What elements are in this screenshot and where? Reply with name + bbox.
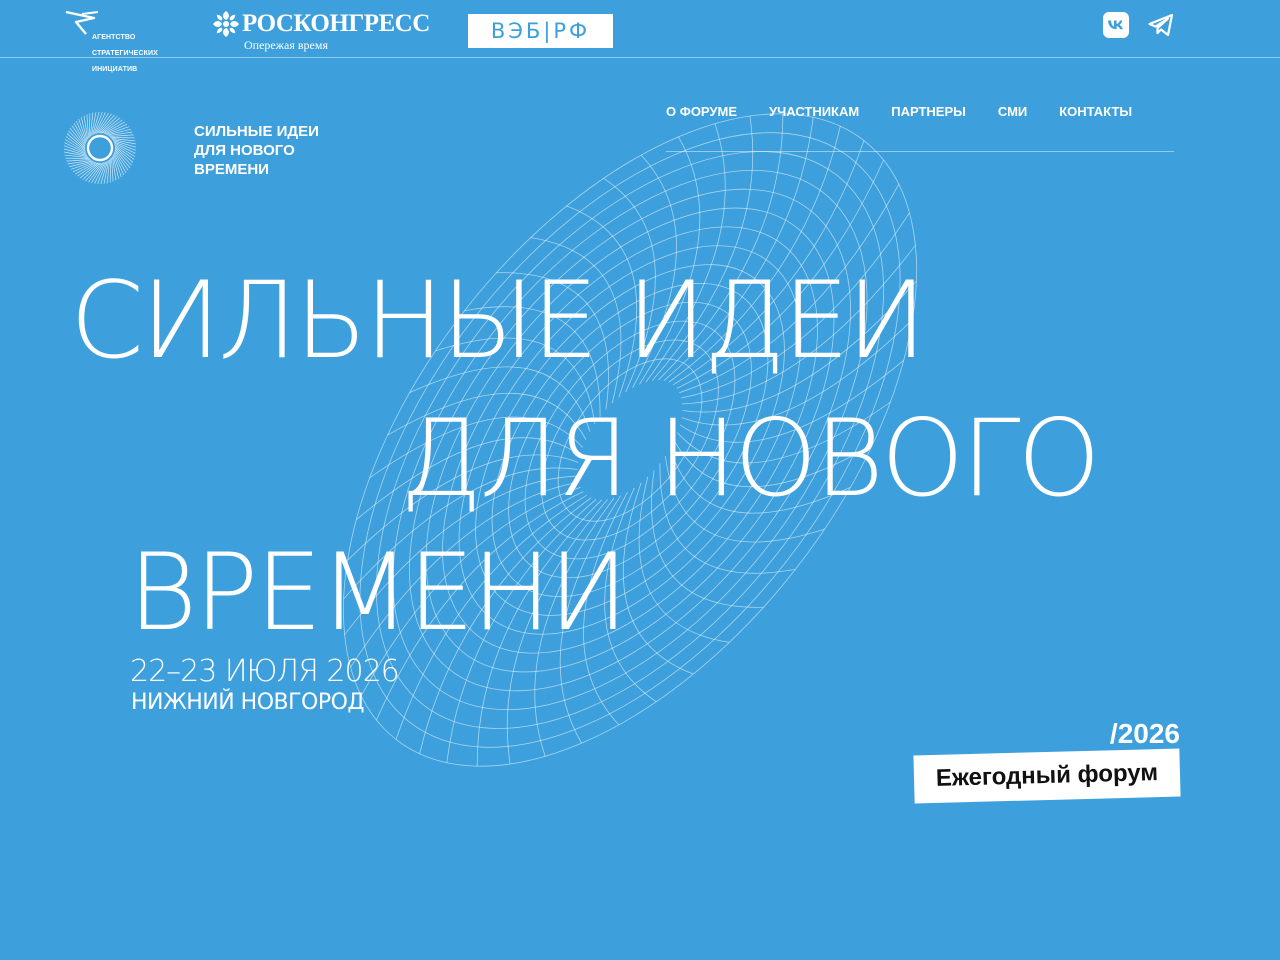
vk-icon xyxy=(1103,12,1129,38)
event-year: /2026 xyxy=(1109,718,1180,749)
event-city: НИЖНИЙ НОВГОРОД xyxy=(131,690,365,715)
hero-title-line-2: ДЛЯ НОВОГО xyxy=(400,397,1101,520)
partner-bar: АГЕНТСТВО СТРАТЕГИЧЕСКИХ ИНИЦИАТИВ РОСКО… xyxy=(0,0,1280,73)
forum-logo[interactable]: СИЛЬНЫЕ ИДЕИ ДЛЯ НОВОГО ВРЕМЕНИ xyxy=(64,86,364,191)
nav-contacts[interactable]: КОНТАКТЫ xyxy=(1059,104,1132,119)
veb-logo-link[interactable]: ВЭБ|РФ xyxy=(468,14,613,48)
hero-title-line-3: ВРЕМЕНИ xyxy=(128,531,628,654)
logo-line-1: СИЛЬНЫЕ ИДЕИ xyxy=(194,123,319,140)
page: АГЕНТСТВО СТРАТЕГИЧЕСКИХ ИНИЦИАТИВ РОСКО… xyxy=(0,0,1280,960)
asi-logo-link[interactable]: АГЕНТСТВО СТРАТЕГИЧЕСКИХ ИНИЦИАТИВ xyxy=(64,10,174,73)
veb-logo-label: ВЭБ|РФ xyxy=(490,19,591,43)
roscongress-logo-icon xyxy=(213,11,239,37)
nav-about[interactable]: О ФОРУМЕ xyxy=(666,104,737,119)
asi-line-2: СТРАТЕГИЧЕСКИХ xyxy=(92,50,158,57)
nav-participants[interactable]: УЧАСТНИКАМ xyxy=(769,104,859,119)
nav-divider xyxy=(666,151,1174,152)
asi-logo-text: АГЕНТСТВО СТРАТЕГИЧЕСКИХ ИНИЦИАТИВ xyxy=(92,26,158,82)
asi-line-1: АГЕНТСТВО xyxy=(92,34,136,41)
telegram-icon xyxy=(1148,13,1174,37)
roscongress-logo-link[interactable]: РОСКОНГРЕСС Опережая время xyxy=(212,10,430,54)
main-nav: О ФОРУМЕ УЧАСТНИКАМ ПАРТНЕРЫ СМИ КОНТАКТ… xyxy=(666,104,1164,119)
hero-title-line-1: СИЛЬНЫЕ ИДЕИ xyxy=(70,259,927,382)
telegram-link[interactable] xyxy=(1148,12,1174,38)
logo-line-2: ДЛЯ НОВОГО xyxy=(194,142,295,159)
forum-logo-text: СИЛЬНЫЕ ИДЕИ ДЛЯ НОВОГО ВРЕМЕНИ xyxy=(194,122,364,179)
roscongress-subtitle: Опережая время xyxy=(244,38,328,52)
event-date: 22–23 ИЮЛЯ 2026 xyxy=(130,654,400,689)
asi-line-3: ИНИЦИАТИВ xyxy=(92,66,138,73)
nav-media[interactable]: СМИ xyxy=(998,104,1027,119)
roscongress-title: РОСКОНГРЕСС xyxy=(242,10,430,37)
forum-logo-burst-icon xyxy=(64,111,137,185)
logo-line-3: ВРЕМЕНИ xyxy=(194,161,269,178)
annual-forum-badge: Ежегодный форум xyxy=(913,748,1181,804)
vk-link[interactable] xyxy=(1103,12,1129,38)
annual-forum-badge-label: Ежегодный форум xyxy=(935,759,1159,792)
nav-partners[interactable]: ПАРТНЕРЫ xyxy=(891,104,966,119)
